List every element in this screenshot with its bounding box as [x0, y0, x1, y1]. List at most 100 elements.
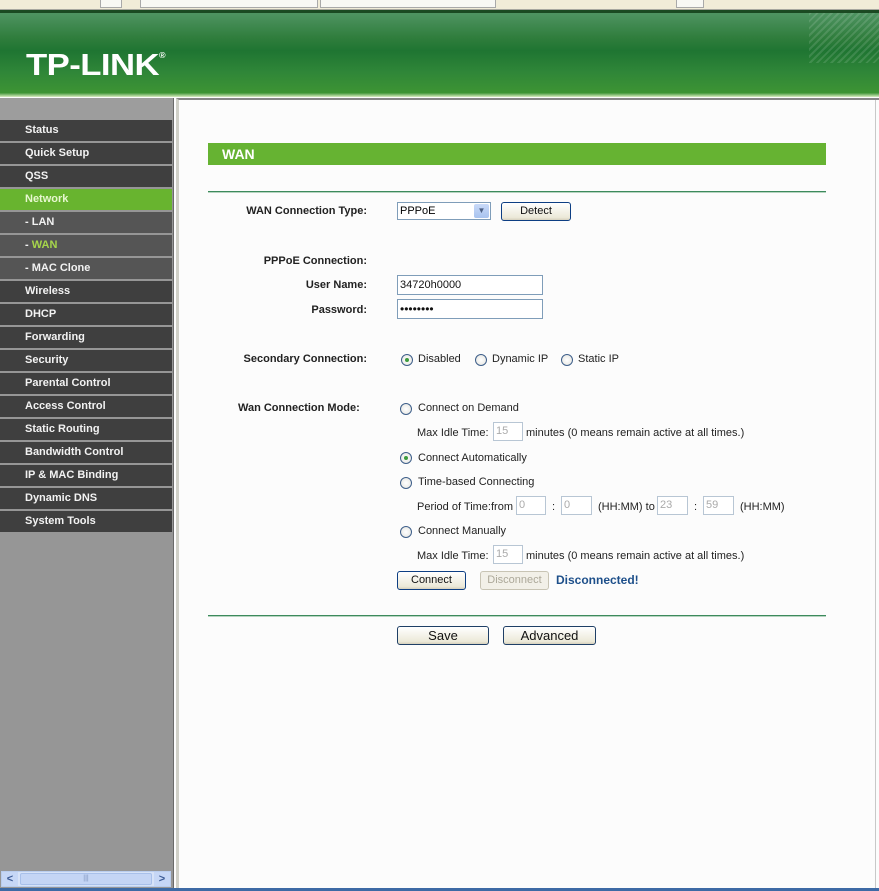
sidebar-item-qss[interactable]: QSS [0, 166, 172, 187]
sidebar-item-label: Dynamic DNS [25, 492, 98, 504]
max-idle-input-1[interactable]: 15 [493, 422, 523, 441]
sidebar-item-wan[interactable]: - WAN [0, 235, 172, 256]
minutes-note-2: minutes (0 means remain active at all ti… [526, 550, 745, 562]
secondary-disabled-radio[interactable] [401, 354, 413, 366]
time-based-label: Time-based Connecting [418, 476, 535, 488]
sidebar-item-parental-control[interactable]: Parental Control [0, 373, 172, 394]
sidebar-item-prefix: - [25, 239, 32, 251]
save-button[interactable]: Save [397, 626, 489, 645]
sidebar-item-label: QSS [25, 170, 49, 182]
browser-tab[interactable] [676, 0, 704, 8]
max-idle-input-2[interactable]: 15 [493, 545, 523, 564]
secondary-connection-label: Secondary Connection: [243, 353, 367, 365]
sidebar-item-mac-clone[interactable]: - MAC Clone [0, 258, 172, 279]
sidebar-item-label: System Tools [25, 515, 96, 527]
from-hour-input[interactable]: 0 [516, 496, 546, 515]
time-based-radio[interactable] [400, 477, 412, 489]
sidebar-item-access-control[interactable]: Access Control [0, 396, 172, 417]
secondary-static-ip-label: Static IP [578, 353, 619, 365]
scroll-right-button[interactable]: > [154, 872, 170, 886]
sidebar-top-gap [0, 98, 173, 120]
sidebar-item-label: - MAC Clone [25, 262, 91, 274]
scroll-thumb[interactable]: ||| [20, 873, 152, 885]
from-minute-input[interactable]: 0 [561, 496, 592, 515]
nav-list: Status Quick Setup QSS Network - LAN - WAN - M… [0, 120, 173, 532]
minutes-note-1: minutes (0 means remain active at all ti… [526, 427, 745, 439]
sidebar-item-label: DHCP [25, 308, 57, 320]
sidebar-item-dynamic-dns[interactable]: Dynamic DNS [0, 488, 172, 509]
sidebar-horizontal-scrollbar[interactable]: < ||| > [1, 871, 171, 887]
header-banner: TP-LINK® [0, 10, 879, 97]
connect-on-demand-label: Connect on Demand [418, 402, 519, 414]
advanced-button[interactable]: Advanced [503, 626, 596, 645]
browser-tab[interactable] [140, 0, 318, 8]
wan-type-value: PPPoE [400, 205, 436, 217]
sidebar-item-security[interactable]: Security [0, 350, 172, 371]
username-label: User Name: [305, 279, 367, 291]
hhmm-to-label: (HH:MM) to [598, 501, 655, 513]
secondary-dynamic-ip-radio[interactable] [475, 354, 487, 366]
username-input[interactable]: 34720h0000 [397, 275, 543, 295]
sidebar-item-wireless[interactable]: Wireless [0, 281, 172, 302]
sidebar-item-label: Static Routing [25, 423, 100, 435]
sidebar-item-label: Status [25, 124, 59, 136]
sidebar-item-label: Forwarding [25, 331, 85, 343]
sidebar-item-label: Access Control [25, 400, 106, 412]
sidebar-item-label: - LAN [25, 216, 55, 228]
connect-automatically-label: Connect Automatically [418, 452, 527, 464]
page-title: WAN [208, 143, 826, 165]
sidebar-menu: Status Quick Setup QSS Network - LAN - WAN - M… [0, 98, 174, 891]
main-content: WAN WAN Connection Type: PPPoE ▼ Detect … [176, 98, 879, 891]
secondary-disabled-label: Disabled [418, 353, 461, 365]
connect-manually-radio[interactable] [400, 526, 412, 538]
colon-2: : [694, 501, 698, 513]
wan-type-label: WAN Connection Type: [246, 205, 367, 217]
browser-tab[interactable] [100, 0, 122, 8]
scroll-left-button[interactable]: < [2, 872, 18, 886]
sidebar-item-label: Wireless [25, 285, 71, 297]
to-hour-input[interactable]: 23 [657, 496, 688, 515]
sidebar-item-label: Network [25, 193, 69, 205]
sidebar-item-bandwidth-control[interactable]: Bandwidth Control [0, 442, 172, 463]
sidebar-item-label: IP & MAC Binding [25, 469, 119, 481]
sidebar-item-label: WAN [31, 239, 58, 251]
secondary-dynamic-ip-label: Dynamic IP [492, 353, 549, 365]
colon-1: : [552, 501, 556, 513]
sidebar-item-ip-mac-binding[interactable]: IP & MAC Binding [0, 465, 172, 486]
divider-bottom [208, 615, 826, 617]
password-input[interactable]: •••••••• [397, 299, 543, 319]
hhmm-label: (HH:MM) [740, 501, 785, 513]
sidebar-item-system-tools[interactable]: System Tools [0, 511, 172, 532]
sidebar-item-quick-setup[interactable]: Quick Setup [0, 143, 172, 164]
sidebar-item-static-routing[interactable]: Static Routing [0, 419, 172, 440]
sidebar-item-label: Quick Setup [25, 147, 90, 159]
period-label: Period of Time:from [417, 501, 513, 513]
chevron-down-icon[interactable]: ▼ [474, 204, 489, 218]
to-minute-input[interactable]: 59 [703, 496, 734, 515]
registered-mark: ® [159, 51, 166, 60]
sidebar-item-forwarding[interactable]: Forwarding [0, 327, 172, 348]
sidebar-item-network[interactable]: Network [0, 189, 172, 210]
sidebar-item-label: Parental Control [25, 377, 111, 389]
max-idle-label-1: Max Idle Time: [417, 427, 489, 439]
connect-on-demand-radio[interactable] [400, 403, 412, 415]
connect-automatically-radio[interactable] [400, 452, 412, 464]
sidebar-item-label: Bandwidth Control [25, 446, 124, 458]
browser-tab[interactable] [320, 0, 496, 8]
password-label: Password: [311, 304, 367, 316]
sidebar-item-status[interactable]: Status [0, 120, 172, 141]
connection-mode-label: Wan Connection Mode: [238, 402, 360, 414]
browser-tab-strip [0, 0, 879, 10]
pppoe-section-label: PPPoE Connection: [263, 255, 367, 267]
sidebar-item-label: Security [25, 354, 69, 366]
secondary-static-ip-radio[interactable] [561, 354, 573, 366]
logo-text: TP-LINK [26, 47, 160, 82]
wan-type-select[interactable]: PPPoE ▼ [397, 202, 491, 220]
sidebar-item-dhcp[interactable]: DHCP [0, 304, 172, 325]
disconnect-button[interactable]: Disconnect [480, 571, 549, 590]
connection-status: Disconnected! [556, 573, 639, 587]
sidebar-item-lan[interactable]: - LAN [0, 212, 172, 233]
connect-button[interactable]: Connect [397, 571, 466, 590]
tp-link-logo: TP-LINK® [26, 47, 166, 83]
detect-button[interactable]: Detect [501, 202, 571, 221]
